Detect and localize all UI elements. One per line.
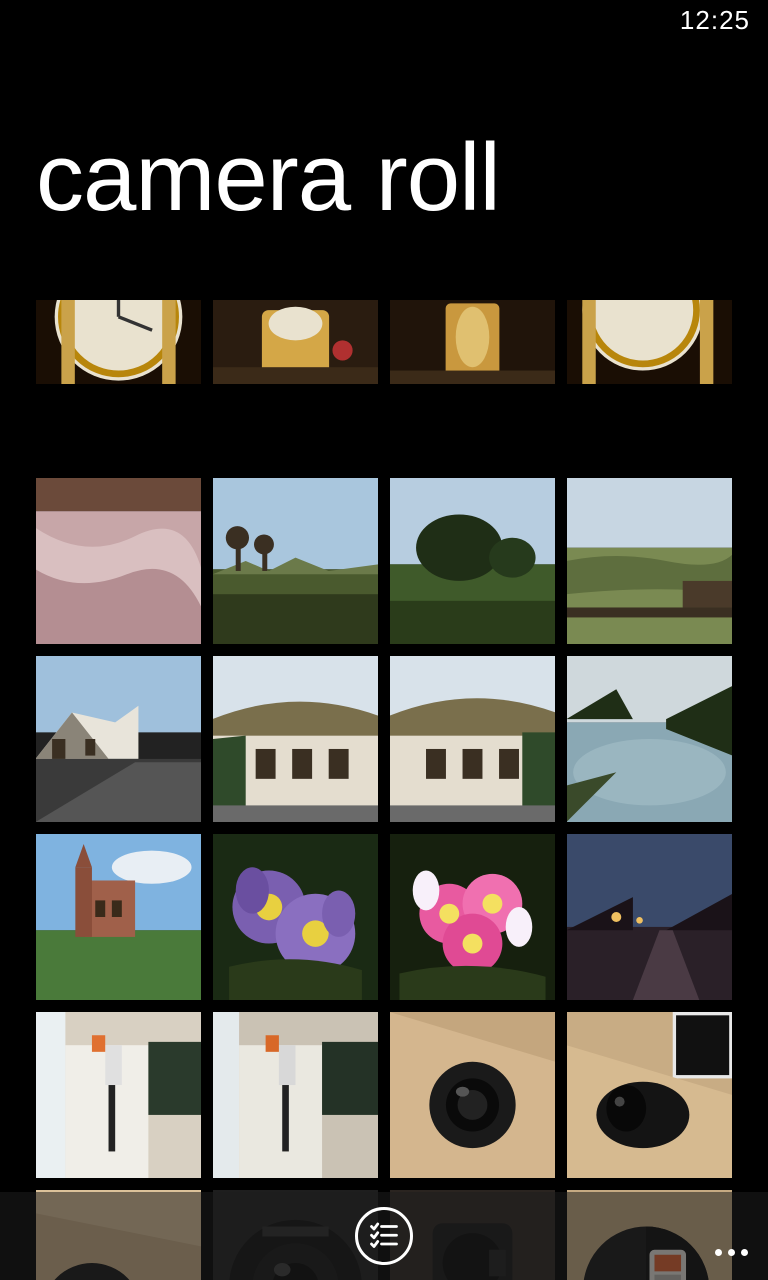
status-bar: 12:25 [0,0,768,40]
photo-thumbnail[interactable] [567,300,732,384]
dot-icon [741,1249,748,1256]
photo-grid [36,300,732,1280]
photo-thumbnail[interactable] [390,834,555,1000]
photo-thumbnail[interactable] [390,300,555,384]
dot-icon [715,1249,722,1256]
dot-icon [728,1249,735,1256]
photo-thumbnail[interactable] [36,834,201,1000]
page-title: camera roll [36,130,500,226]
photo-thumbnail[interactable] [36,478,201,644]
photo-thumbnail[interactable] [390,1012,555,1178]
photo-thumbnail[interactable] [213,656,378,822]
photo-thumbnail[interactable] [213,834,378,1000]
more-button[interactable] [715,1249,748,1256]
photo-thumbnail[interactable] [390,656,555,822]
checklist-icon [369,1219,399,1254]
photo-thumbnail[interactable] [567,834,732,1000]
photo-thumbnail[interactable] [213,300,378,384]
photo-thumbnail[interactable] [213,478,378,644]
photo-thumbnail[interactable] [36,656,201,822]
status-time: 12:25 [680,5,750,36]
photo-thumbnail[interactable] [567,656,732,822]
photo-thumbnail[interactable] [567,1012,732,1178]
photo-thumbnail[interactable] [567,478,732,644]
select-button[interactable] [355,1207,413,1265]
photo-thumbnail[interactable] [390,478,555,644]
photo-thumbnail[interactable] [36,1012,201,1178]
app-bar [0,1192,768,1280]
photo-thumbnail[interactable] [213,1012,378,1178]
photo-thumbnail[interactable] [36,300,201,384]
